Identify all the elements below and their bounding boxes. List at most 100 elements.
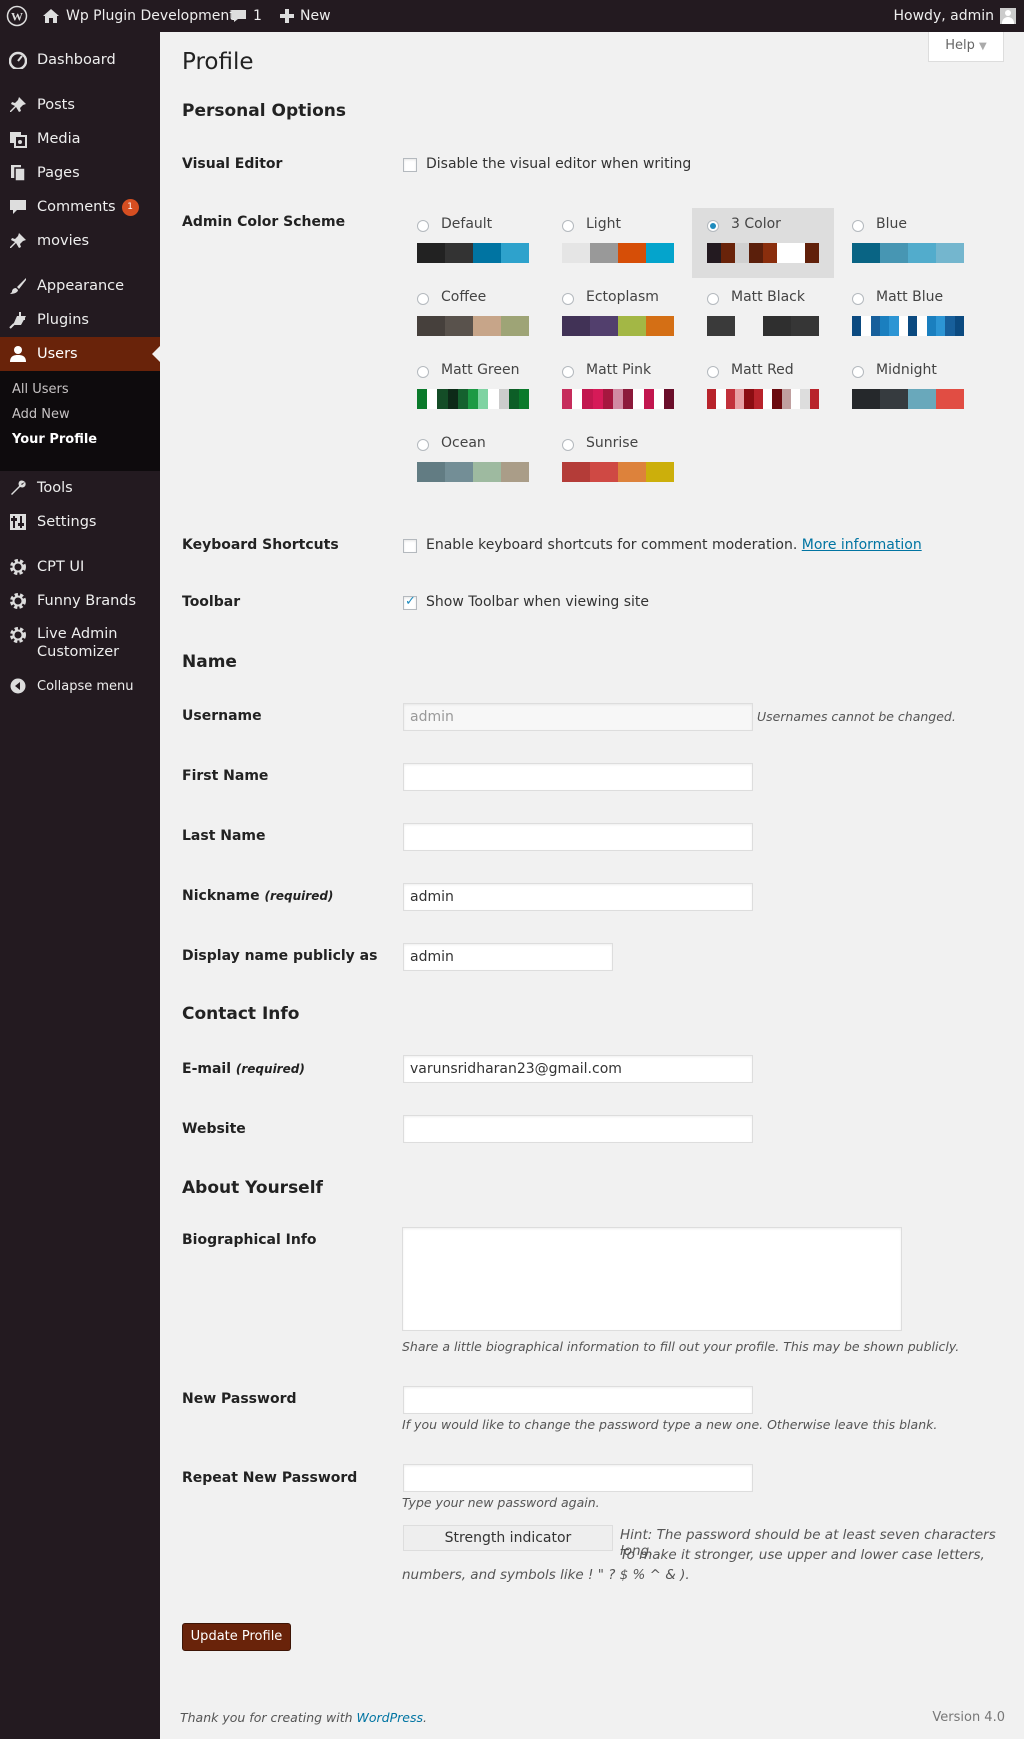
color-swatch: [721, 243, 735, 263]
color-swatch: [473, 243, 501, 263]
color-scheme-option[interactable]: Matt Blue: [837, 281, 979, 351]
color-scheme-radio[interactable]: [562, 366, 574, 378]
sidebar-item-posts[interactable]: Posts: [0, 88, 160, 122]
sidebar-item-media[interactable]: Media: [0, 122, 160, 156]
keyboard-shortcuts-text: Enable keyboard shortcuts for comment mo…: [426, 537, 922, 553]
color-scheme-radio[interactable]: [852, 366, 864, 378]
sidebar-item-dashboard[interactable]: Dashboard: [0, 43, 160, 77]
repeat-password-label: Repeat New Password: [182, 1470, 358, 1486]
repeat-password-description: Type your new password again.: [402, 1495, 600, 1510]
color-scheme-radio[interactable]: [417, 220, 429, 232]
wordpress-logo-icon[interactable]: W: [6, 0, 28, 32]
color-swatch: [879, 316, 890, 336]
sidebar-item-users[interactable]: Users: [0, 337, 160, 371]
show-toolbar-checkbox[interactable]: [403, 594, 417, 610]
color-scheme-option[interactable]: Sunrise: [547, 427, 689, 497]
nickname-field[interactable]: admin: [403, 883, 753, 911]
update-profile-button[interactable]: Update Profile: [182, 1623, 291, 1651]
color-scheme-option[interactable]: Midnight: [837, 354, 979, 424]
color-scheme-option[interactable]: Matt Green: [402, 354, 544, 424]
color-swatch: [870, 316, 880, 336]
admin-toolbar: W Wp Plugin Development 1 New Howdy, adm…: [0, 0, 1024, 32]
keyboard-shortcuts-checkbox[interactable]: [403, 539, 417, 553]
color-scheme-radio[interactable]: [562, 439, 574, 451]
comment-bubble-icon: [231, 8, 247, 24]
sidebar-item-appearance[interactable]: Appearance: [0, 269, 160, 303]
color-swatch: [707, 316, 735, 336]
color-scheme-radio[interactable]: [707, 366, 719, 378]
wordpress-link[interactable]: WordPress: [357, 1710, 423, 1725]
sidebar-item-pages[interactable]: Pages: [0, 156, 160, 190]
sidebar-item-cpt-ui[interactable]: CPT UI: [0, 550, 160, 584]
sidebar-item-funny-brands[interactable]: Funny Brands: [0, 584, 160, 618]
color-scheme-option[interactable]: Matt Black: [692, 281, 834, 351]
sidebar-item-plugins[interactable]: Plugins: [0, 303, 160, 337]
submenu-add-new[interactable]: Add New: [12, 407, 70, 422]
sidebar-item-movies[interactable]: movies: [0, 224, 160, 258]
color-swatch: [809, 389, 819, 409]
collapse-menu-button[interactable]: Collapse menu: [0, 669, 160, 703]
color-swatch: [646, 462, 674, 482]
collapse-arrow-icon: [8, 676, 28, 696]
color-scheme-radio[interactable]: [852, 220, 864, 232]
color-scheme-option[interactable]: Ocean: [402, 427, 544, 497]
color-scheme-radio[interactable]: [852, 293, 864, 305]
sidebar-item-tools[interactable]: Tools: [0, 471, 160, 505]
gear-icon: [8, 625, 28, 645]
color-scheme-option[interactable]: Default: [402, 208, 544, 278]
color-scheme-name: Matt Blue: [876, 289, 944, 305]
display-name-select[interactable]: admin: [403, 943, 613, 971]
my-account-link[interactable]: Howdy, admin: [894, 0, 1016, 32]
comments-link[interactable]: 1: [231, 0, 262, 32]
submenu-your-profile[interactable]: Your Profile: [12, 432, 97, 447]
comment-icon: [8, 197, 28, 217]
color-scheme-radio[interactable]: [417, 366, 429, 378]
color-scheme-option[interactable]: Light: [547, 208, 689, 278]
color-swatch: [734, 389, 745, 409]
color-swatch: [445, 462, 473, 482]
avatar: [1000, 8, 1016, 24]
submenu-all-users[interactable]: All Users: [12, 382, 69, 397]
color-scheme-option[interactable]: Ectoplasm: [547, 281, 689, 351]
color-scheme-option[interactable]: Blue: [837, 208, 979, 278]
color-scheme-radio[interactable]: [562, 293, 574, 305]
color-scheme-option[interactable]: Coffee: [402, 281, 544, 351]
color-swatch: [725, 389, 735, 409]
disable-visual-editor-checkbox[interactable]: [403, 158, 417, 172]
help-tab[interactable]: Help ▼: [928, 32, 1004, 62]
website-field[interactable]: [403, 1115, 753, 1143]
sidebar-item-live-admin-customizer[interactable]: Live Admin Customizer: [0, 618, 160, 662]
color-scheme-option[interactable]: 3 Color: [692, 208, 834, 278]
new-content-link[interactable]: New: [280, 0, 331, 32]
color-scheme-name: Default: [441, 216, 493, 232]
new-password-description: If you would like to change the password…: [402, 1417, 938, 1432]
visual-editor-label: Visual Editor: [182, 156, 283, 172]
email-field[interactable]: varunsridharan23@gmail.com: [403, 1055, 753, 1083]
gear-icon: [8, 557, 28, 577]
color-scheme-name: Ocean: [441, 435, 486, 451]
sidebar-item-label: Live Admin Customizer: [37, 625, 119, 661]
sidebar-item-label: movies: [37, 233, 90, 249]
color-scheme-radio[interactable]: [562, 220, 574, 232]
last-name-field[interactable]: [403, 823, 753, 851]
footer-thanks-text: Thank you for creating with: [180, 1710, 353, 1725]
color-scheme-picker: Default Light 3 Color Blue Coffee Ectoplasm Ma…: [402, 208, 986, 490]
color-scheme-option[interactable]: Matt Red: [692, 354, 834, 424]
more-information-link[interactable]: More information: [802, 537, 922, 553]
color-scheme-swatches: [417, 243, 529, 263]
color-scheme-radio[interactable]: [417, 293, 429, 305]
color-scheme-radio[interactable]: [707, 220, 719, 232]
color-swatch: [501, 462, 529, 482]
color-scheme-radio[interactable]: [707, 293, 719, 305]
color-swatch: [805, 243, 819, 263]
sidebar-item-comments[interactable]: Comments 1: [0, 190, 160, 224]
repeat-password-field[interactable]: [403, 1464, 753, 1492]
site-name-link[interactable]: Wp Plugin Development: [42, 0, 235, 32]
color-scheme-radio[interactable]: [417, 439, 429, 451]
new-password-field[interactable]: [403, 1386, 753, 1414]
first-name-field[interactable]: [403, 763, 753, 791]
color-scheme-option[interactable]: Matt Pink: [547, 354, 689, 424]
bio-textarea[interactable]: [402, 1227, 902, 1331]
color-swatch: [777, 243, 791, 263]
sidebar-item-settings[interactable]: Settings: [0, 505, 160, 539]
